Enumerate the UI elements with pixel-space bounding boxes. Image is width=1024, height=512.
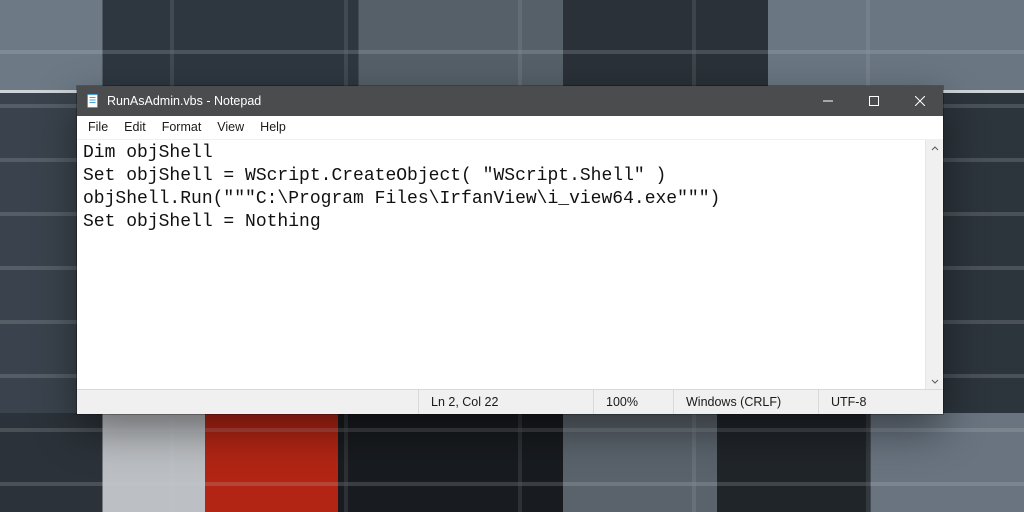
menu-view[interactable]: View — [209, 118, 252, 136]
window-title: RunAsAdmin.vbs - Notepad — [107, 94, 261, 108]
menu-help[interactable]: Help — [252, 118, 294, 136]
close-button[interactable] — [897, 86, 943, 116]
desktop-background: RunAsAdmin.vbs - Notepad File Edit Forma… — [0, 0, 1024, 512]
vertical-scrollbar[interactable] — [925, 140, 943, 389]
editor-area: Dim objShell Set objShell = WScript.Crea… — [77, 139, 943, 389]
window-controls — [805, 86, 943, 116]
scroll-up-icon[interactable] — [926, 140, 943, 157]
menu-file[interactable]: File — [80, 118, 116, 136]
status-encoding: UTF-8 — [818, 390, 943, 414]
menubar: File Edit Format View Help — [77, 116, 943, 139]
status-line-ending: Windows (CRLF) — [673, 390, 818, 414]
titlebar[interactable]: RunAsAdmin.vbs - Notepad — [77, 86, 943, 116]
minimize-button[interactable] — [805, 86, 851, 116]
statusbar: Ln 2, Col 22 100% Windows (CRLF) UTF-8 — [77, 389, 943, 414]
menu-format[interactable]: Format — [154, 118, 210, 136]
status-zoom: 100% — [593, 390, 673, 414]
scroll-down-icon[interactable] — [926, 372, 943, 389]
notepad-window: RunAsAdmin.vbs - Notepad File Edit Forma… — [77, 86, 943, 414]
status-spacer — [77, 390, 418, 414]
notepad-icon — [85, 93, 101, 109]
text-editor[interactable]: Dim objShell Set objShell = WScript.Crea… — [77, 140, 925, 389]
maximize-button[interactable] — [851, 86, 897, 116]
status-cursor-position: Ln 2, Col 22 — [418, 390, 593, 414]
menu-edit[interactable]: Edit — [116, 118, 154, 136]
